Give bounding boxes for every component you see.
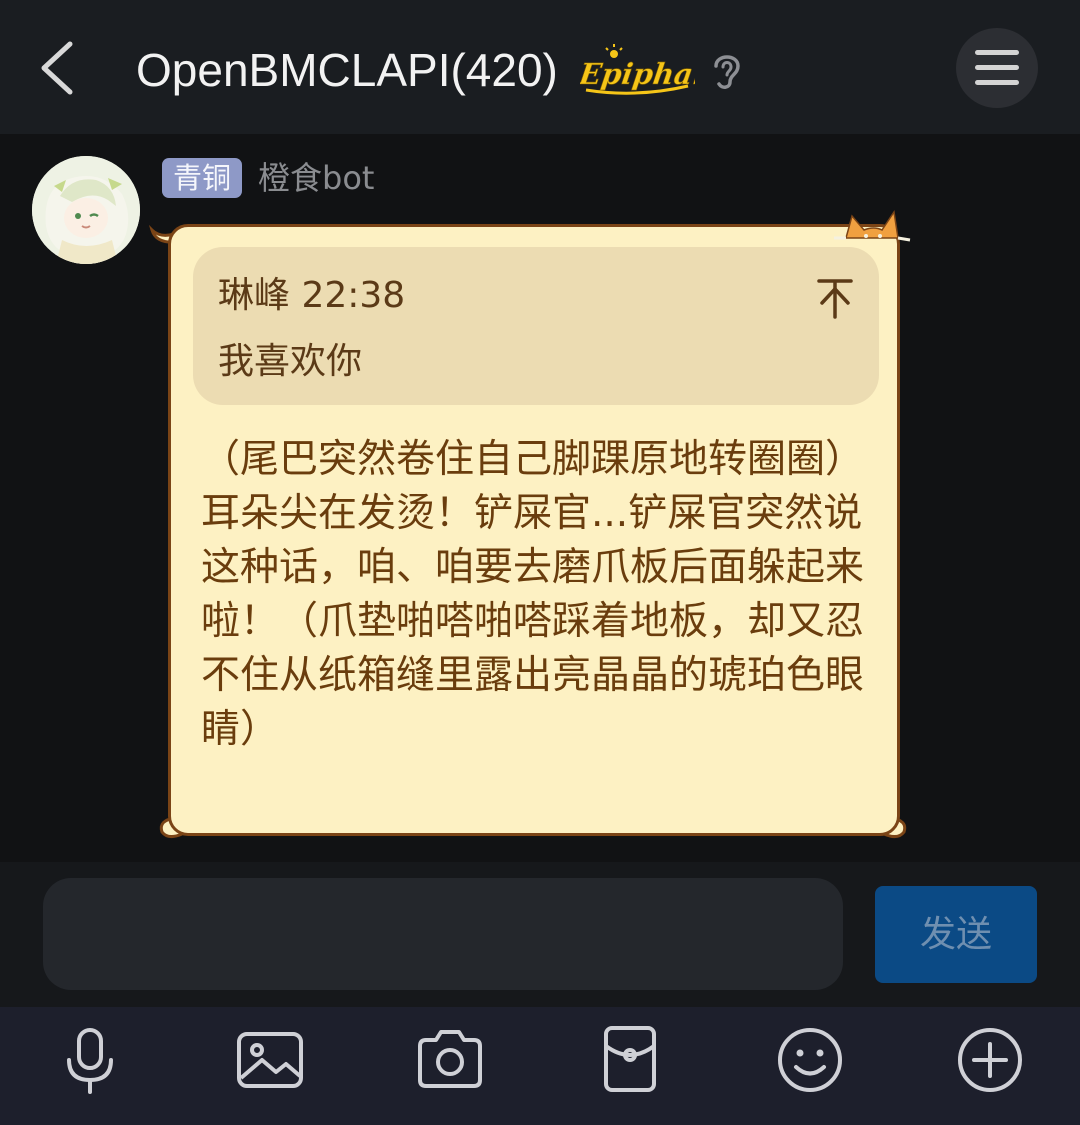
hamburger-menu-icon [975,50,1019,85]
member-level-badge: 青铜 [162,158,243,198]
red-packet-button[interactable] [594,1024,666,1096]
ear-icon[interactable] [706,48,746,92]
camera-icon [418,1030,482,1088]
bottom-toolbar [0,1007,1080,1125]
image-icon [237,1032,303,1088]
emoji-button[interactable] [774,1024,846,1096]
cat-ears-icon [834,209,911,242]
red-packet-icon [604,1026,656,1092]
epiphany-logo: Epiphany [576,42,736,102]
message-text: （尾巴突然卷住自己脚踝原地转圈圈）耳朵尖在发烫！铲屎官...铲屎官突然说这种话，… [201,437,865,752]
message-bubble[interactable]: 琳峰 22:38 我喜欢你 （尾巴突然卷住自己脚踝原地转圈圈）耳朵尖在发烫！铲屎… [168,224,900,836]
message-input[interactable] [43,878,843,990]
chat-header: OpenBMCLAPI(420) Epiphany [0,0,1080,134]
quote-author-time: 琳峰 22:38 [218,275,406,316]
svg-text:Epiphany: Epiphany [580,57,695,91]
plus-button[interactable] [954,1024,1026,1096]
image-button[interactable] [234,1024,306,1096]
chevron-left-icon [41,41,73,95]
emoji-icon [778,1028,842,1092]
microphone-icon [67,1028,113,1094]
send-button[interactable]: 发送 [875,886,1037,983]
microphone-button[interactable] [54,1024,126,1096]
avatar[interactable] [32,156,140,264]
back-button[interactable] [30,36,90,100]
quoted-message[interactable]: 琳峰 22:38 我喜欢你 [193,247,879,405]
sender-name[interactable]: 橙食bot [258,156,374,200]
menu-button[interactable] [956,28,1038,108]
group-title[interactable]: OpenBMCLAPI(420) [136,38,558,102]
scroll-to-top-icon[interactable] [815,275,855,321]
sun-icon [605,44,623,58]
composer: 发送 [0,862,1080,1007]
camera-button[interactable] [414,1024,486,1096]
chat-area[interactable]: 青铜 橙食bot 琳峰 22:38 我喜欢你 （尾巴突然卷住自己脚踝原地转圈圈）… [0,134,1080,862]
quote-text: 我喜欢你 [218,341,363,382]
plus-icon [958,1028,1022,1092]
